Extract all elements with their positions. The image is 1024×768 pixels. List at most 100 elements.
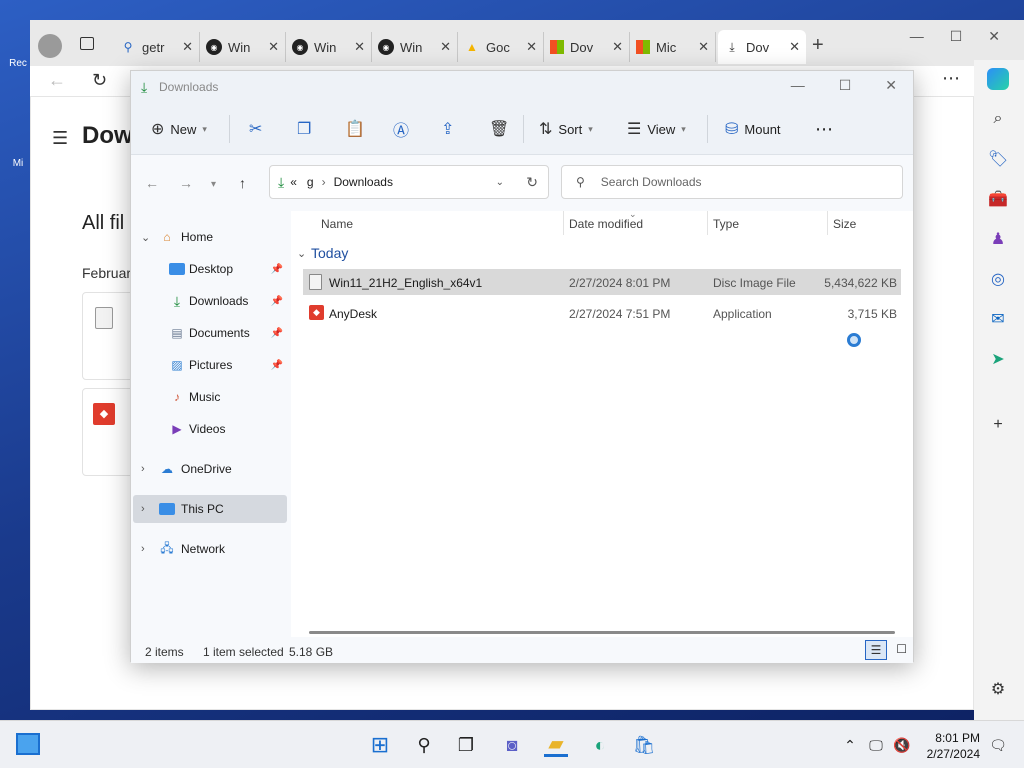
menu-icon[interactable]: ☰: [52, 128, 68, 149]
settings-icon[interactable]: ⚙: [987, 678, 1009, 700]
file-row-anydesk[interactable]: ◆ AnyDesk 2/27/2024 7:51 PM Application …: [303, 300, 901, 326]
nav-onedrive[interactable]: › ☁ OneDrive: [131, 455, 287, 483]
nav-documents[interactable]: ▤ Documents 📌: [131, 319, 287, 347]
close-icon[interactable]: ✕: [988, 28, 1000, 45]
nav-home[interactable]: ⌄ ⌂ Home: [131, 223, 287, 251]
collapse-group-icon[interactable]: ⌄: [297, 247, 306, 260]
notification-icon[interactable]: 🗨: [986, 733, 1010, 757]
volume-muted-icon[interactable]: 🔇: [890, 733, 914, 757]
chevron-right-icon[interactable]: ›: [141, 463, 145, 475]
horizontal-scrollbar[interactable]: [309, 631, 895, 634]
address-overflow[interactable]: «: [290, 175, 297, 189]
chevron-up-icon[interactable]: ⌃: [838, 733, 862, 757]
tab-search[interactable]: ⚲ getr ✕: [114, 32, 200, 62]
nav-this-pc[interactable]: › This PC: [133, 495, 287, 523]
drop-icon[interactable]: ➤: [987, 348, 1009, 370]
nav-downloads[interactable]: ⤓ Downloads 📌: [131, 287, 287, 315]
maximize-icon[interactable]: ☐: [839, 77, 852, 94]
chevron-down-icon[interactable]: ⌄: [141, 231, 150, 244]
mount-button[interactable]: ⛁ Mount: [725, 119, 781, 139]
search-box[interactable]: ⚲ Search Downloads: [561, 165, 903, 199]
column-header-type[interactable]: Type: [713, 217, 739, 231]
system-clock[interactable]: 8:01 PM 2/27/2024: [927, 730, 980, 762]
close-icon[interactable]: ✕: [440, 39, 451, 55]
widgets-icon[interactable]: [16, 733, 40, 755]
chevron-right-icon[interactable]: ›: [141, 503, 145, 515]
tab-actions-icon[interactable]: [80, 37, 94, 50]
close-icon[interactable]: ✕: [612, 39, 623, 55]
start-icon[interactable]: ⊞: [368, 732, 392, 757]
tiles-view-icon[interactable]: ☐: [896, 642, 907, 656]
tools-icon[interactable]: 🧰: [987, 188, 1009, 210]
desktop-icon-recycle-label[interactable]: Rec: [4, 58, 32, 69]
nav-music[interactable]: ♪ Music: [131, 383, 287, 411]
tab-microsoft-download[interactable]: Dov ✕: [544, 32, 630, 62]
microsoft365-icon[interactable]: ◎: [987, 268, 1009, 290]
edge-icon[interactable]: ◐: [588, 733, 612, 757]
back-icon[interactable]: ←: [48, 70, 66, 91]
network-icon[interactable]: 🖵: [864, 733, 888, 757]
close-icon[interactable]: ✕: [698, 39, 709, 55]
recent-locations-icon[interactable]: ▾: [211, 179, 216, 190]
tab-win-1[interactable]: ◉ Win ✕: [200, 32, 286, 62]
forward-icon[interactable]: →: [179, 175, 193, 191]
nav-videos[interactable]: ▶ Videos: [131, 415, 287, 443]
close-icon[interactable]: ✕: [885, 77, 897, 94]
more-options-icon[interactable]: ⋯: [942, 68, 960, 89]
games-icon[interactable]: ♟: [987, 228, 1009, 250]
close-icon[interactable]: ✕: [268, 39, 279, 55]
breadcrumb-downloads[interactable]: Downloads: [334, 175, 393, 189]
more-options-icon[interactable]: ⋯: [815, 119, 833, 139]
column-header-date[interactable]: Date modified: [569, 217, 643, 231]
tab-win-3[interactable]: ◉ Win ✕: [372, 32, 458, 62]
group-header-today[interactable]: Today: [311, 245, 348, 261]
nav-desktop[interactable]: Desktop 📌: [131, 255, 287, 283]
breadcrumb-drive[interactable]: g: [307, 175, 314, 189]
tab-downloads-active[interactable]: ⤓ Dov ✕: [718, 30, 806, 64]
minimize-icon[interactable]: —: [910, 28, 924, 45]
tab-win-2[interactable]: ◉ Win ✕: [286, 32, 372, 62]
nav-pictures[interactable]: ▨ Pictures 📌: [131, 351, 287, 379]
close-icon[interactable]: ✕: [354, 39, 365, 55]
close-icon[interactable]: ✕: [789, 39, 800, 55]
desktop-icon-microsoft-label[interactable]: Mi: [4, 158, 32, 169]
refresh-icon[interactable]: ↻: [526, 174, 538, 191]
file-row-iso[interactable]: Win11_21H2_English_x64v1 2/27/2024 8:01 …: [303, 269, 901, 295]
back-icon[interactable]: ←: [145, 175, 159, 191]
tab-microsoft[interactable]: Mic ✕: [630, 32, 716, 62]
shopping-tag-icon[interactable]: 🏷: [987, 148, 1009, 170]
view-button[interactable]: ☰ View ▾: [627, 119, 686, 139]
rename-icon[interactable]: Ⓐ: [393, 119, 409, 140]
chevron-right-icon[interactable]: ›: [141, 543, 145, 555]
nav-network[interactable]: › 🖧 Network: [131, 535, 287, 563]
profile-avatar-icon[interactable]: [38, 34, 62, 58]
chevron-down-icon[interactable]: ⌄: [496, 177, 504, 188]
minimize-icon[interactable]: —: [791, 77, 805, 94]
tab-google-drive[interactable]: ▲ Goc ✕: [458, 32, 544, 62]
search-icon[interactable]: ⚲: [412, 733, 436, 757]
close-icon[interactable]: ✕: [182, 39, 193, 55]
details-view-icon[interactable]: ☰: [865, 640, 887, 660]
search-icon[interactable]: ⌕: [987, 108, 1009, 130]
delete-icon[interactable]: 🗑: [489, 119, 509, 139]
copilot-icon[interactable]: [987, 68, 1009, 90]
store-icon[interactable]: 🛍: [632, 733, 656, 757]
file-explorer-icon[interactable]: ▰: [544, 733, 568, 757]
new-tab-icon[interactable]: +: [812, 34, 824, 57]
share-icon[interactable]: ⇪: [441, 119, 454, 139]
close-icon[interactable]: ✕: [526, 39, 537, 55]
sort-button[interactable]: ⇅ Sort ▾: [539, 119, 593, 139]
maximize-icon[interactable]: ☐: [950, 28, 963, 45]
up-icon[interactable]: ↑: [239, 175, 246, 191]
chat-icon[interactable]: ◙: [500, 733, 524, 757]
paste-icon[interactable]: 📋: [345, 119, 365, 139]
refresh-icon[interactable]: ↻: [92, 70, 107, 91]
column-header-size[interactable]: Size: [833, 217, 856, 231]
column-header-name[interactable]: Name: [321, 217, 353, 231]
address-bar[interactable]: ⤓ « g › Downloads ⌄ ↻: [269, 165, 549, 199]
cut-icon[interactable]: ✂: [249, 119, 262, 139]
outlook-icon[interactable]: ✉: [987, 308, 1009, 330]
task-view-icon[interactable]: ❐: [454, 733, 478, 757]
add-icon[interactable]: +: [987, 414, 1009, 436]
copy-icon[interactable]: ❐: [297, 119, 311, 139]
